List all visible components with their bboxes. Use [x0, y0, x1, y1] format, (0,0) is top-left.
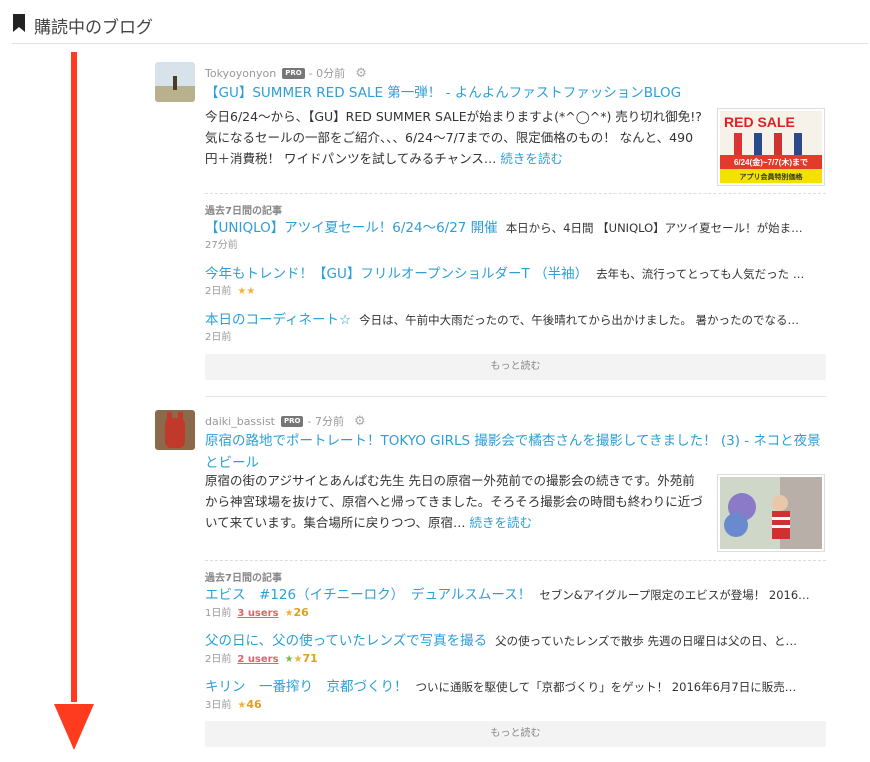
entry-excerpt: 今日6/24〜から、【GU】RED SUMMER SALEが始まりますよ(*^◯… [205, 106, 705, 169]
past-article-time: 3日前 [205, 699, 232, 711]
bookmark-icon [13, 14, 25, 32]
past-article-desc: 父の使っていたレンズで散歩 先週の日曜日は父の日、と… [495, 634, 798, 648]
star-icon[interactable]: ★46 [237, 697, 261, 714]
past-article-desc: セブン&アイグループ限定のエビスが登場！ 2016… [539, 588, 810, 602]
pro-badge: PRO [281, 415, 304, 427]
past-article-time: 1日前 [205, 607, 232, 619]
username-link[interactable]: daiki_bassist [205, 415, 275, 428]
past-article-title[interactable]: キリン 一番搾り 京都づくり！ [205, 679, 408, 695]
past-article-desc: 本日から、4日間 【UNIQLO】アツイ夏セール！が始ま… [505, 221, 803, 235]
past-articles-label: 過去7日間の記事 [205, 206, 282, 217]
star-count: 71 [302, 652, 318, 665]
star-count: 46 [246, 698, 262, 711]
entry-meta: daiki_bassist PRO - 7分前 ⚙ [205, 413, 366, 429]
avatar[interactable] [155, 410, 195, 450]
red-arrow-annotation [54, 52, 94, 750]
entry-divider [205, 396, 826, 397]
bookmark-users-badge[interactable]: 3 users [237, 606, 278, 622]
excerpt-text: 今日6/24〜から、【GU】RED SUMMER SALEが始まりますよ(*^◯… [205, 109, 702, 166]
gear-icon[interactable]: ⚙ [355, 66, 367, 81]
past-article-time: 2日前 [205, 332, 232, 343]
section-title: 購読中のブログ [34, 18, 153, 38]
blog-entry: Tokyoyonyon PRO - 0分前 ⚙ 【GU】SUMMER RED S… [155, 62, 826, 382]
avatar[interactable] [155, 62, 195, 102]
entry-excerpt: 原宿の街のアジサイとあんぱむ先生 先日の原宿ー外苑前での撮影会の続きです。外苑前… [205, 470, 705, 533]
thumb-member-text: アプリ会員特別価格 [740, 172, 804, 181]
entry-time: - 7分前 [307, 415, 344, 428]
pro-badge: PRO [282, 67, 305, 79]
past-article-time: 2日前 [205, 286, 232, 297]
star-icon[interactable]: ★★71 [285, 651, 318, 668]
thumb-sale-text: RED SALE [724, 114, 795, 130]
past-article-title[interactable]: 今年もトレンド！【GU】フリルオープンショルダーT （半袖） [205, 266, 588, 282]
past-article-item: 【UNIQLO】アツイ夏セール！6/24〜6/27 開催 本日から、4日間 【UN… [205, 218, 826, 254]
past-article-desc: 去年も、流行ってとっても人気だった … [596, 267, 805, 281]
entry-title-link[interactable]: 【GU】SUMMER RED SALE 第一弾！ - よんよんファストファッショ… [205, 82, 826, 104]
excerpt-text: 原宿の街のアジサイとあんぱむ先生 先日の原宿ー外苑前での撮影会の続きです。外苑前… [205, 473, 703, 530]
entry-time: - 0分前 [308, 67, 346, 80]
past-article-item: 今年もトレンド！【GU】フリルオープンショルダーT （半袖） 去年も、流行ってとっ… [205, 264, 826, 300]
entry-thumbnail[interactable]: RED SALE 6/24(金)~7/7(木)まで アプリ会員特別価格 [717, 108, 825, 186]
past-article-time: 27分前 [205, 240, 238, 251]
bookmark-users-badge[interactable]: 2 users [237, 652, 278, 668]
entry-title-link[interactable]: 原宿の路地でポートレート！TOKYO GIRLS 撮影会で橘杏さんを撮影してきま… [205, 430, 826, 474]
username-link[interactable]: Tokyoyonyon [205, 67, 276, 80]
past-article-item: エビス #126（イチニーロク） デュアルスムース！ セブン&アイグループ限定のエ… [205, 585, 826, 622]
past-article-title[interactable]: 【UNIQLO】アツイ夏セール！6/24〜6/27 開催 [205, 220, 498, 236]
past-article-title[interactable]: エビス #126（イチニーロク） デュアルスムース！ [205, 587, 531, 603]
past-articles: 過去7日間の記事 【UNIQLO】アツイ夏セール！6/24〜6/27 開催 本日か… [205, 193, 826, 383]
past-article-desc: ついに通販を駆使して「京都づくり」をゲット！ 2016年6月7日に販売… [415, 680, 797, 694]
past-article-item: 本日のコーディネート☆ 今日は、午前中大雨だったので、午後晴れてから出かけました。… [205, 310, 826, 346]
section-header: 購読中のブログ [12, 12, 868, 44]
past-article-title[interactable]: 本日のコーディネート☆ [205, 312, 351, 328]
read-more-button[interactable]: もっと読む [205, 354, 826, 380]
past-articles-label: 過去7日間の記事 [205, 573, 282, 584]
past-article-time: 2日前 [205, 653, 232, 665]
read-more-button[interactable]: もっと読む [205, 721, 826, 747]
past-article-item: キリン 一番搾り 京都づくり！ ついに通販を駆使して「京都づくり」をゲット！ 20… [205, 677, 826, 714]
gear-icon[interactable]: ⚙ [354, 414, 366, 429]
past-articles: 過去7日間の記事 エビス #126（イチニーロク） デュアルスムース！ セブン&ア… [205, 560, 826, 750]
past-article-item: 父の日に、父の使っていたレンズで写真を撮る 父の使っていたレンズで散歩 先週の日曜… [205, 631, 826, 668]
past-article-desc: 今日は、午前中大雨だったので、午後晴れてから出かけました。 暑かったのでなる… [359, 313, 800, 327]
read-more-link[interactable]: 続きを読む [500, 151, 563, 166]
star-count: 26 [293, 606, 309, 619]
read-more-link[interactable]: 続きを読む [470, 515, 533, 530]
blog-entry: daiki_bassist PRO - 7分前 ⚙ 原宿の路地でポートレート！T… [155, 410, 826, 750]
star-icon[interactable]: ★26 [285, 605, 309, 622]
thumb-date-text: 6/24(金)~7/7(木)まで [734, 157, 808, 167]
entry-meta: Tokyoyonyon PRO - 0分前 ⚙ [205, 65, 367, 81]
past-article-title[interactable]: 父の日に、父の使っていたレンズで写真を撮る [205, 633, 487, 649]
star-icon[interactable]: ★★ [237, 284, 255, 300]
entry-thumbnail[interactable] [717, 474, 825, 552]
